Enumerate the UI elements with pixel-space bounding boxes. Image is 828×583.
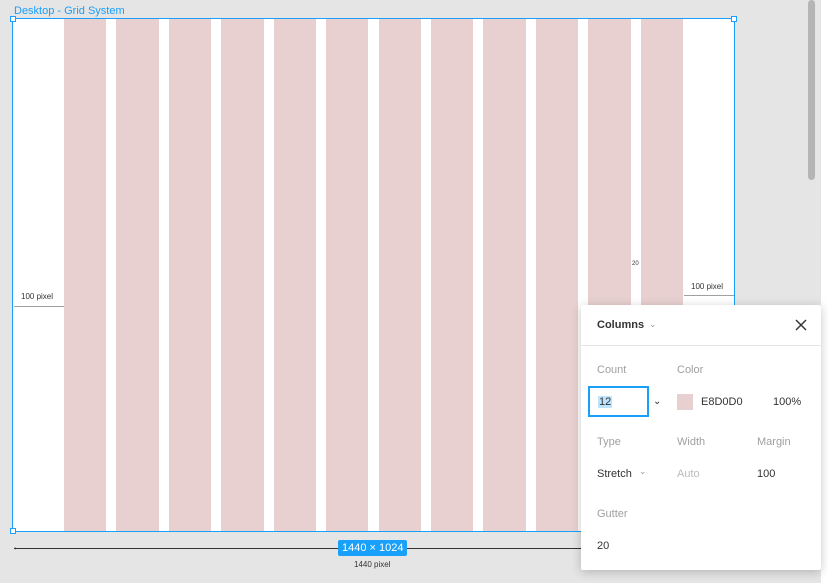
left-margin-measure-line (14, 306, 64, 307)
opacity-value[interactable]: 100% (773, 396, 801, 408)
margin-input[interactable]: 100 (757, 468, 775, 480)
type-chevron-down-icon[interactable]: ⌄ (639, 466, 647, 477)
resize-handle-bottom-left[interactable] (10, 528, 16, 534)
chevron-down-icon[interactable]: ⌄ (649, 319, 657, 330)
grid-column (483, 19, 526, 531)
resize-handle-top-left[interactable] (10, 16, 16, 22)
width-caption: 1440 pixel (354, 560, 391, 569)
gutter-field-label: Gutter (597, 508, 628, 520)
count-chevron-down-icon[interactable]: ⌄ (653, 396, 661, 407)
color-swatch[interactable] (677, 394, 693, 410)
grid-column (326, 19, 369, 531)
type-dropdown[interactable]: Stretch (597, 468, 632, 480)
scrollbar-thumb[interactable] (808, 0, 815, 180)
width-label: Width (677, 436, 706, 448)
grid-column (535, 19, 579, 531)
grid-column (168, 19, 212, 531)
properties-panel-edge (820, 0, 828, 583)
gutter-input[interactable]: 20 (597, 540, 609, 552)
count-input[interactable]: 12 (588, 386, 649, 417)
grid-column (116, 19, 159, 531)
grid-column (64, 19, 107, 531)
color-label: Color (677, 364, 704, 376)
margin-label: Margin (757, 436, 791, 448)
grid-column (378, 19, 421, 531)
frame-label[interactable]: Desktop - Grid System (14, 5, 125, 17)
type-label: Type (597, 436, 621, 448)
arrow-left-icon: ← (12, 542, 22, 553)
size-badge: 1440 × 1024 (338, 540, 408, 556)
width-dimension-line (14, 548, 584, 549)
count-label: Count (597, 364, 627, 376)
right-margin-label: 100 pixel (689, 281, 726, 292)
left-margin-label: 100 pixel (19, 291, 56, 302)
popover-header: Columns ⌄ (581, 305, 821, 346)
close-icon[interactable] (793, 317, 809, 333)
grid-column (273, 19, 317, 531)
canvas[interactable]: Desktop - Grid System 100 pixel 100 pixe… (0, 0, 828, 583)
grid-type-dropdown[interactable]: Columns (597, 319, 644, 331)
grid-column (221, 19, 264, 531)
width-input[interactable]: Auto (677, 468, 700, 480)
resize-handle-top-right[interactable] (731, 16, 737, 22)
color-hex-value[interactable]: E8D0D0 (701, 396, 743, 408)
right-margin-measure-line (684, 295, 734, 296)
grid-column (430, 19, 474, 531)
layout-grid-popover: Columns ⌄ Count Color 12 ⌄ E8D0D0 100% T… (581, 305, 821, 570)
count-value[interactable]: 12 (598, 396, 613, 408)
gutter-label: 20 (631, 261, 640, 267)
